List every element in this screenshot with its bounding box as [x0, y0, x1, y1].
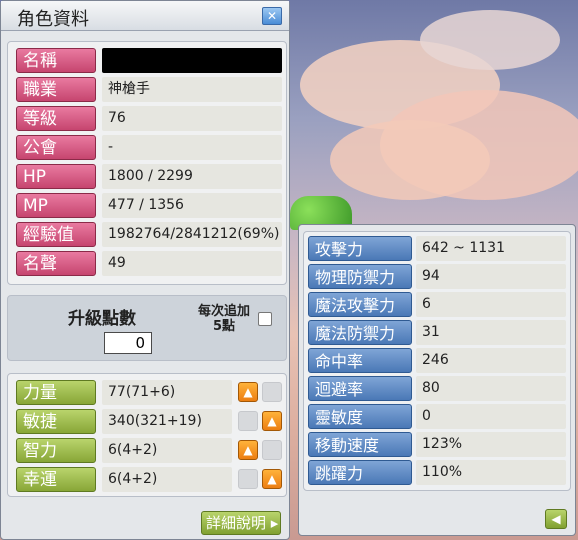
detail-value: 6	[416, 292, 566, 317]
detail-label: 物理防禦力	[308, 264, 412, 289]
stat-label: 幸運	[16, 467, 96, 492]
back-arrow-icon[interactable]: ◀	[545, 509, 567, 529]
detail-label: 跳躍力	[308, 460, 412, 485]
detail-value: 642 ~ 1131	[416, 236, 566, 261]
level-up-section: 升級點數 0 每次追加5點	[7, 295, 287, 361]
luk-up-arrow-icon[interactable]: ▲	[262, 469, 282, 489]
luk-slot	[238, 469, 258, 489]
profile-value: 477 / 1356	[102, 193, 282, 218]
profile-value: -	[102, 135, 282, 160]
detail-section: 攻擊力 642 ~ 1131 物理防禦力 94 魔法攻擊力 6 魔法防禦力 31…	[303, 231, 571, 491]
int-up-arrow-icon[interactable]: ▲	[238, 440, 258, 460]
profile-section: 名稱 職業 神槍手 等級 76 公會 - HP 1800 / 2299 MP 4…	[7, 41, 287, 285]
stat-value: 77(71+6)	[102, 380, 232, 405]
detail-label: 靈敏度	[308, 404, 412, 429]
auto-assign-label: 每次追加5點	[197, 304, 250, 334]
profile-label: 經驗值	[16, 222, 96, 247]
detail-button[interactable]: 詳細說明 ▸	[201, 511, 281, 535]
stat-label: 力量	[16, 380, 96, 405]
ability-points-label: 升級點數	[68, 309, 136, 329]
profile-label: 職業	[16, 77, 96, 102]
detail-value: 80	[416, 376, 566, 401]
profile-value: 1800 / 2299	[102, 164, 282, 189]
profile-value: 神槍手	[102, 77, 282, 102]
profile-label: 公會	[16, 135, 96, 160]
detail-value: 246	[416, 348, 566, 373]
profile-label: 名聲	[16, 251, 96, 276]
detail-label: 攻擊力	[308, 236, 412, 261]
detail-label: 迴避率	[308, 376, 412, 401]
int-slot	[262, 440, 282, 460]
detail-value: 123%	[416, 432, 566, 457]
stat-label: 敏捷	[16, 409, 96, 434]
auto-assign-checkbox[interactable]	[258, 312, 272, 326]
name-value-redacted	[102, 48, 282, 73]
profile-value: 49	[102, 251, 282, 276]
stat-value: 6(4+2)	[102, 467, 232, 492]
detail-label: 命中率	[308, 348, 412, 373]
detail-value: 0	[416, 404, 566, 429]
detail-label: 魔法攻擊力	[308, 292, 412, 317]
title-bar[interactable]: 角色資料 ✕	[1, 1, 289, 31]
detail-value: 110%	[416, 460, 566, 485]
detail-label: 魔法防禦力	[308, 320, 412, 345]
window-title: 角色資料	[17, 9, 89, 30]
profile-value: 1982764/2841212(69%)	[102, 222, 282, 247]
stats-section: 力量 77(71+6) ▲ 敏捷 340(321+19) ▲ 智力 6(4+2)…	[7, 373, 287, 497]
stat-label: 智力	[16, 438, 96, 463]
detail-button-label: 詳細說明	[206, 514, 267, 532]
ability-points-value: 0	[104, 332, 152, 354]
close-icon[interactable]: ✕	[262, 7, 282, 25]
profile-label: 等級	[16, 106, 96, 131]
profile-label: HP	[16, 164, 96, 189]
detail-value: 94	[416, 264, 566, 289]
detail-label: 移動速度	[308, 432, 412, 457]
profile-label: MP	[16, 193, 96, 218]
character-info-window: 角色資料 ✕ 名稱 職業 神槍手 等級 76 公會 - HP 1800 / 22…	[0, 0, 290, 540]
stat-value: 340(321+19)	[102, 409, 232, 434]
dex-up-arrow-icon[interactable]: ▲	[262, 411, 282, 431]
profile-label: 名稱	[16, 48, 96, 73]
dex-slot	[238, 411, 258, 431]
stat-value: 6(4+2)	[102, 438, 232, 463]
profile-value: 76	[102, 106, 282, 131]
str-slot	[262, 382, 282, 402]
detail-stats-window: 攻擊力 642 ~ 1131 物理防禦力 94 魔法攻擊力 6 魔法防禦力 31…	[298, 224, 576, 536]
str-up-arrow-icon[interactable]: ▲	[238, 382, 258, 402]
detail-value: 31	[416, 320, 566, 345]
